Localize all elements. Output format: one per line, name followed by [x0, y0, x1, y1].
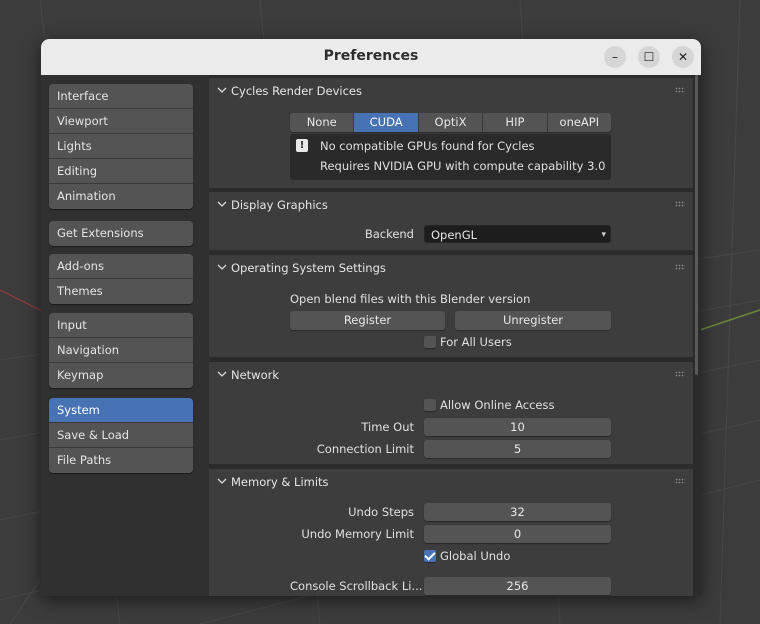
render-device-selector: None CUDA OptiX HIP oneAPI [290, 113, 611, 132]
close-icon: ✕ [677, 50, 689, 64]
info-line-1: No compatible GPUs found for Cycles [320, 139, 535, 153]
console-scrollback-field[interactable]: 256 [424, 577, 611, 595]
preferences-sidebar: Interface Viewport Lights Editing Animat… [41, 75, 206, 596]
drag-grip-icon[interactable] [675, 87, 685, 93]
chevron-down-icon [217, 201, 227, 207]
allow-online-access-checkbox[interactable] [424, 399, 436, 411]
preferences-main-area: Cycles Render Devices None CUDA OptiX HI… [209, 75, 701, 596]
sidebar-item-save-load[interactable]: Save & Load [49, 423, 193, 448]
device-option-hip[interactable]: HIP [483, 113, 548, 132]
nav-group-general: Interface Viewport Lights Editing Animat… [49, 84, 193, 209]
backend-label: Backend [364, 227, 414, 241]
panel-header-cycles[interactable]: Cycles Render Devices [209, 78, 693, 104]
blend-files-description: Open blend files with this Blender versi… [290, 292, 531, 306]
chevron-down-icon [217, 87, 227, 93]
sidebar-item-system[interactable]: System [49, 398, 193, 423]
connection-limit-field[interactable]: 5 [424, 440, 611, 458]
minimize-icon: – [612, 50, 618, 64]
panel-network: Network Allow Online Access Time Out 10 … [209, 362, 693, 464]
panel-os-settings: Operating System Settings Open blend fil… [209, 255, 693, 357]
chevron-down-icon [217, 478, 227, 484]
panel-title: Memory & Limits [231, 475, 329, 489]
sidebar-item-add-ons[interactable]: Add-ons [49, 254, 193, 279]
unregister-button[interactable]: Unregister [455, 311, 611, 330]
allow-online-access-label: Allow Online Access [440, 398, 555, 412]
sidebar-item-file-paths[interactable]: File Paths [49, 448, 193, 473]
nav-group-system: System Save & Load File Paths [49, 398, 193, 473]
backend-dropdown[interactable]: OpenGL ▾ [424, 225, 611, 243]
sidebar-item-lights[interactable]: Lights [49, 134, 193, 159]
panel-title: Display Graphics [231, 198, 328, 212]
sidebar-item-viewport[interactable]: Viewport [49, 109, 193, 134]
panel-title: Network [231, 368, 280, 382]
sidebar-item-interface[interactable]: Interface [49, 84, 193, 109]
global-undo-label: Global Undo [440, 549, 511, 563]
panel-title: Operating System Settings [231, 261, 386, 275]
drag-grip-icon[interactable] [675, 201, 685, 207]
device-option-optix[interactable]: OptiX [418, 113, 484, 132]
sidebar-item-navigation[interactable]: Navigation [49, 338, 193, 363]
drag-grip-icon[interactable] [675, 264, 685, 270]
chevron-down-icon: ▾ [601, 230, 606, 240]
panel-cycles-render-devices: Cycles Render Devices None CUDA OptiX HI… [209, 78, 693, 188]
for-all-users-label: For All Users [440, 335, 512, 349]
close-button[interactable]: ✕ [672, 46, 694, 68]
sidebar-item-keymap[interactable]: Keymap [49, 363, 193, 388]
panel-header-os-settings[interactable]: Operating System Settings [209, 255, 693, 281]
vertical-scrollbar[interactable] [695, 75, 698, 375]
nav-group-addons: Add-ons Themes [49, 254, 193, 304]
sidebar-item-animation[interactable]: Animation [49, 184, 193, 209]
backend-value: OpenGL [431, 228, 478, 242]
device-option-oneapi[interactable]: oneAPI [547, 113, 611, 132]
device-option-none[interactable]: None [290, 113, 355, 132]
undo-steps-field[interactable]: 32 [424, 503, 611, 521]
global-undo-checkbox[interactable] [424, 550, 436, 562]
gpu-info-box: ! No compatible GPUs found for Cycles Re… [290, 134, 611, 180]
drag-grip-icon[interactable] [675, 478, 685, 484]
panel-header-memory[interactable]: Memory & Limits [209, 469, 693, 495]
maximize-icon: ☐ [643, 50, 655, 64]
chevron-down-icon [217, 371, 227, 377]
info-icon: ! [296, 139, 308, 152]
sidebar-item-themes[interactable]: Themes [49, 279, 193, 304]
sidebar-item-get-extensions[interactable]: Get Extensions [49, 221, 193, 246]
info-line-2: Requires NVIDIA GPU with compute capabil… [320, 159, 606, 173]
undo-steps-label: Undo Steps [348, 505, 414, 519]
undo-memory-limit-field[interactable]: 0 [424, 525, 611, 543]
console-scrollback-label: Console Scrollback Li... [290, 579, 423, 593]
time-out-field[interactable]: 10 [424, 418, 611, 436]
preferences-window: Preferences – ☐ ✕ Interface Viewport Lig… [41, 39, 701, 596]
nav-group-input: Input Navigation Keymap [49, 313, 193, 388]
chevron-down-icon [217, 264, 227, 270]
maximize-button[interactable]: ☐ [638, 46, 660, 68]
connection-limit-label: Connection Limit [316, 442, 414, 456]
nav-group-extensions: Get Extensions [49, 221, 193, 246]
undo-memory-limit-label: Undo Memory Limit [301, 527, 414, 541]
register-button[interactable]: Register [290, 311, 445, 330]
device-option-cuda[interactable]: CUDA [354, 113, 419, 132]
for-all-users-checkbox[interactable] [424, 336, 436, 348]
time-out-label: Time Out [361, 420, 414, 434]
panel-memory-limits: Memory & Limits Undo Steps 32 Undo Memor… [209, 469, 693, 596]
panel-display-graphics: Display Graphics Backend OpenGL ▾ [209, 192, 693, 250]
window-title: Preferences [323, 48, 419, 64]
title-bar[interactable]: Preferences – ☐ ✕ [41, 39, 701, 75]
sidebar-item-editing[interactable]: Editing [49, 159, 193, 184]
minimize-button[interactable]: – [604, 46, 626, 68]
drag-grip-icon[interactable] [675, 371, 685, 377]
panel-header-display-graphics[interactable]: Display Graphics [209, 192, 693, 218]
panel-title: Cycles Render Devices [231, 84, 362, 98]
sidebar-item-input[interactable]: Input [49, 313, 193, 338]
panel-header-network[interactable]: Network [209, 362, 693, 388]
